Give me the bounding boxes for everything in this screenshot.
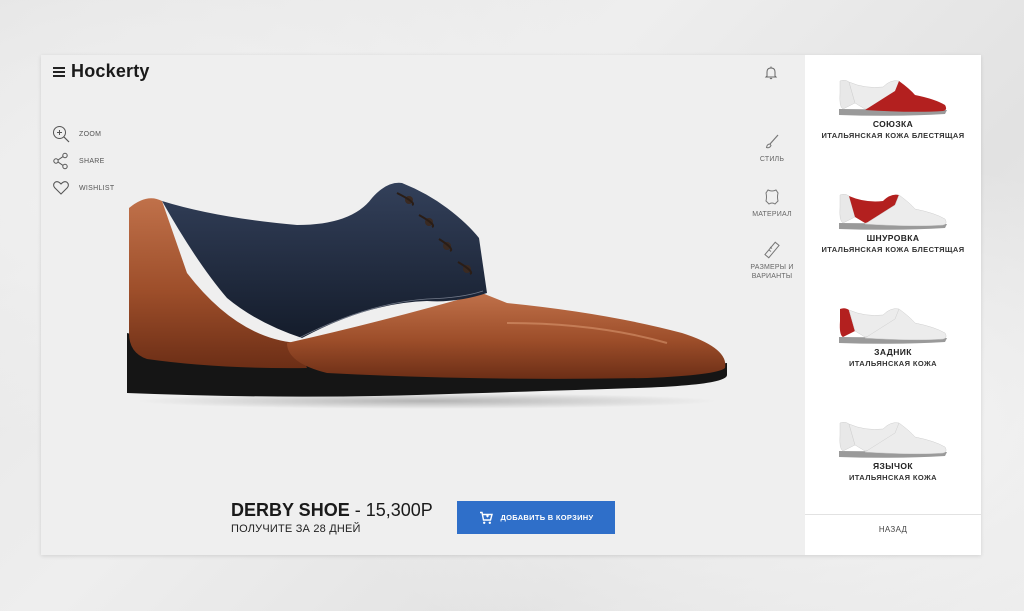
wishlist-button[interactable]: WISHLIST (52, 179, 114, 197)
zoom-label: ZOOM (79, 130, 102, 138)
share-label: SHARE (79, 157, 105, 165)
shoe-tongue-thumbnail (839, 421, 947, 458)
option-tongue-subtitle: ИТАЛЬЯНСКАЯ КОЖА (849, 473, 937, 482)
tool-material[interactable]: МАТЕРИАЛ (743, 188, 801, 219)
tool-material-label: МАТЕРИАЛ (752, 211, 792, 218)
heart-icon (53, 181, 69, 195)
share-button[interactable]: SHARE (52, 152, 114, 170)
product-name: DERBY SHOE (231, 500, 350, 520)
tool-sizes[interactable]: РАЗМЕРЫ И ВАРИАНТЫ (743, 241, 801, 281)
left-action-list: ZOOM SHARE WISHLIST (52, 125, 114, 206)
leather-icon (765, 189, 779, 205)
tool-style[interactable]: СТИЛЬ (743, 133, 801, 164)
option-tongue[interactable]: ЯЗЫЧОК ИТАЛЬЯНСКАЯ КОЖА (805, 415, 981, 482)
option-heel-subtitle: ИТАЛЬЯНСКАЯ КОЖА (849, 359, 937, 368)
product-title: DERBY SHOE - 15,300Р (231, 500, 433, 521)
zoom-in-icon (53, 126, 70, 143)
wishlist-label: WISHLIST (79, 184, 115, 192)
option-tongue-title: ЯЗЫЧОК (873, 461, 913, 471)
add-to-cart-label: ДОБАВИТЬ В КОРЗИНУ (500, 513, 594, 522)
add-to-cart-button[interactable]: ДОБАВИТЬ В КОРЗИНУ (457, 501, 615, 534)
ruler-icon (764, 241, 780, 259)
option-laces[interactable]: ШНУРОВКА ИТАЛЬЯНСКАЯ КОЖА БЛЕСТЯЩАЯ (805, 187, 981, 254)
bell-icon[interactable] (763, 65, 779, 81)
shoe-preview-image[interactable] (127, 163, 731, 413)
brand-header[interactable]: Hockerty (53, 61, 150, 82)
back-button[interactable]: НАЗАД (805, 525, 981, 534)
product-price: - 15,300Р (354, 500, 433, 520)
delivery-note: ПОЛУЧИТЕ ЗА 28 ДНЕЙ (231, 523, 361, 535)
customize-tools: СТИЛЬ МАТЕРИАЛ РАЗМЕРЫ И ВАРИАНТЫ (743, 133, 801, 281)
option-vamp-subtitle: ИТАЛЬЯНСКАЯ КОЖА БЛЕСТЯЩАЯ (821, 131, 965, 140)
option-vamp-title: СОЮЗКА (872, 119, 914, 129)
zoom-button[interactable]: ZOOM (52, 125, 114, 143)
option-vamp[interactable]: СОЮЗКА ИТАЛЬЯНСКАЯ КОЖА БЛЕСТЯЩАЯ (805, 73, 981, 140)
brush-icon (765, 134, 779, 149)
option-laces-title: ШНУРОВКА (866, 233, 920, 243)
option-heel-title: ЗАДНИК (874, 347, 912, 357)
tool-sizes-label: РАЗМЕРЫ И ВАРИАНТЫ (750, 264, 794, 280)
share-icon (53, 152, 68, 170)
cart-icon (479, 511, 493, 524)
brand-logo[interactable]: Hockerty (71, 61, 150, 82)
option-heel[interactable]: ЗАДНИК ИТАЛЬЯНСКАЯ КОЖА (805, 301, 981, 368)
main-stage: Hockerty ZOOM SHARE WISHLIST СТИЛЬ МАТЕР… (41, 55, 805, 555)
option-laces-subtitle: ИТАЛЬЯНСКАЯ КОЖА БЛЕСТЯЩАЯ (821, 245, 965, 254)
configurator-window: Hockerty ZOOM SHARE WISHLIST СТИЛЬ МАТЕР… (41, 55, 981, 555)
shoe-heel-thumbnail (839, 308, 947, 344)
hamburger-icon[interactable] (53, 66, 65, 77)
shoe-laces-thumbnail (839, 193, 947, 230)
component-sidebar: СОЮЗКА ИТАЛЬЯНСКАЯ КОЖА БЛЕСТЯЩАЯ ШНУРОВ… (805, 55, 981, 555)
shoe-vamp-thumbnail (839, 79, 947, 116)
sidebar-divider (805, 514, 981, 515)
tool-style-label: СТИЛЬ (759, 156, 785, 163)
